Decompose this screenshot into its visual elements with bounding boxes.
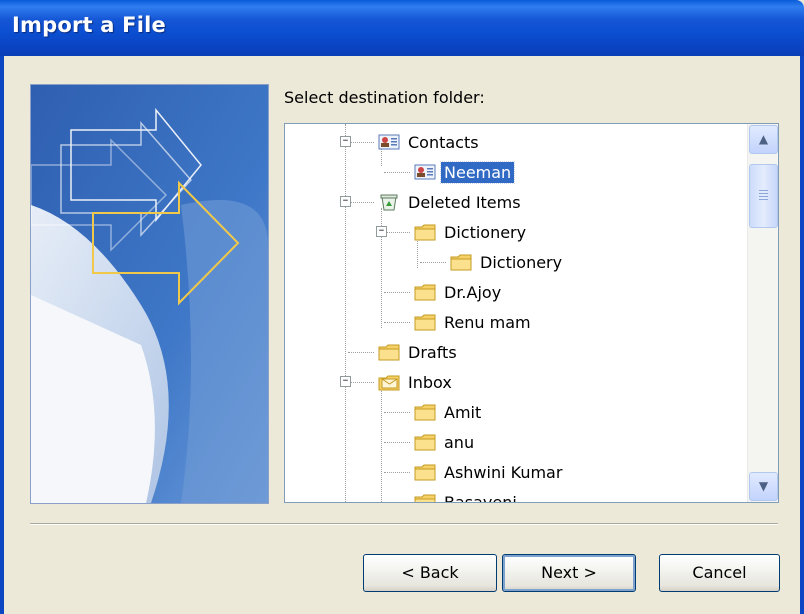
contacts-icon [378,133,400,151]
deleted-items-icon [378,193,400,211]
back-button[interactable]: < Back [363,554,497,592]
tree-item-label: Neeman [439,160,516,184]
folder-icon [414,403,436,421]
tree-item[interactable]: Dr.Ajoy [414,280,504,304]
folder-tree-items: − Contacts Neeman − Deleted Items − Dictionery… [285,124,747,502]
tree-connector-line [384,172,410,173]
scroll-up-button[interactable]: ▲ [749,125,778,154]
folder-icon [414,463,436,481]
tree-item[interactable]: Inbox [378,370,455,394]
scroll-thumb[interactable] [749,164,778,228]
tree-item-label: Dictionery [444,222,527,242]
tree-connector-line [384,502,410,503]
window-title: Import a File [12,13,166,37]
scroll-down-button[interactable]: ▼ [749,472,778,501]
folder-icon [414,223,436,241]
collapse-toggle-icon[interactable]: − [340,136,351,147]
tree-item-label: Drafts [408,342,457,362]
collapse-toggle-icon[interactable]: − [340,196,351,207]
next-button[interactable]: Next > [502,554,636,592]
folder-icon [414,433,436,451]
tree-item[interactable]: Contacts [378,130,482,154]
folder-icon [414,313,436,331]
wizard-banner-image [30,84,269,504]
tree-connector-line [384,322,410,323]
tree-item-label: Basaveni [444,492,517,503]
tree-connector-line [348,352,374,353]
tree-connector-line [420,262,446,263]
tree-item[interactable]: anu [414,430,477,454]
window-frame-right [800,56,804,614]
tree-item-label: Dr.Ajoy [444,282,502,302]
tree-item[interactable]: Dictionery [450,250,565,274]
tree-item[interactable]: Amit [414,400,484,424]
tree-item-label: Renu mam [444,312,531,332]
tree-connector-line [384,412,410,413]
title-bar[interactable]: Import a File [0,0,804,56]
tree-item[interactable]: Deleted Items [378,190,524,214]
tree-item-label: Contacts [408,132,479,152]
folder-tree[interactable]: − Contacts Neeman − Deleted Items − Dictionery… [284,123,779,503]
tree-item-label: anu [444,432,475,452]
tree-connector-line [384,442,410,443]
tree-item-label: Ashwini Kumar [444,462,563,482]
collapse-toggle-icon[interactable]: − [340,376,351,387]
tree-connector-line [348,142,374,143]
tree-item-label: Deleted Items [408,192,521,212]
contacts-icon [414,163,436,181]
destination-folder-label: Select destination folder: [284,88,485,107]
tree-item[interactable]: Renu mam [414,310,534,334]
tree-connector-line [348,202,374,203]
import-file-dialog: Import a File Select destination folder:… [0,0,804,614]
tree-connector-line [381,388,382,502]
tree-item[interactable]: Neeman [414,160,516,184]
tree-connector-line [345,124,346,502]
folder-icon [378,343,400,361]
tree-item[interactable]: Ashwini Kumar [414,460,565,484]
tree-connector-line [348,382,374,383]
cancel-button[interactable]: Cancel [659,554,780,592]
folder-icon [450,253,472,271]
separator [30,523,778,525]
tree-item-label: Dictionery [480,252,563,272]
tree-item[interactable]: Drafts [378,340,460,364]
tree-item[interactable]: Dictionery [414,220,529,244]
folder-icon [414,283,436,301]
vertical-scrollbar[interactable]: ▲ ▼ [747,124,778,502]
window-frame-left [0,56,4,614]
tree-connector-line [384,232,410,233]
tree-item-label: Amit [444,402,482,422]
tree-item-label: Inbox [408,372,452,392]
inbox-icon [378,373,400,391]
tree-item[interactable]: Basaveni [414,490,520,503]
tree-connector-line [384,292,410,293]
tree-connector-line [384,472,410,473]
folder-icon [414,493,436,502]
collapse-toggle-icon[interactable]: − [376,226,387,237]
